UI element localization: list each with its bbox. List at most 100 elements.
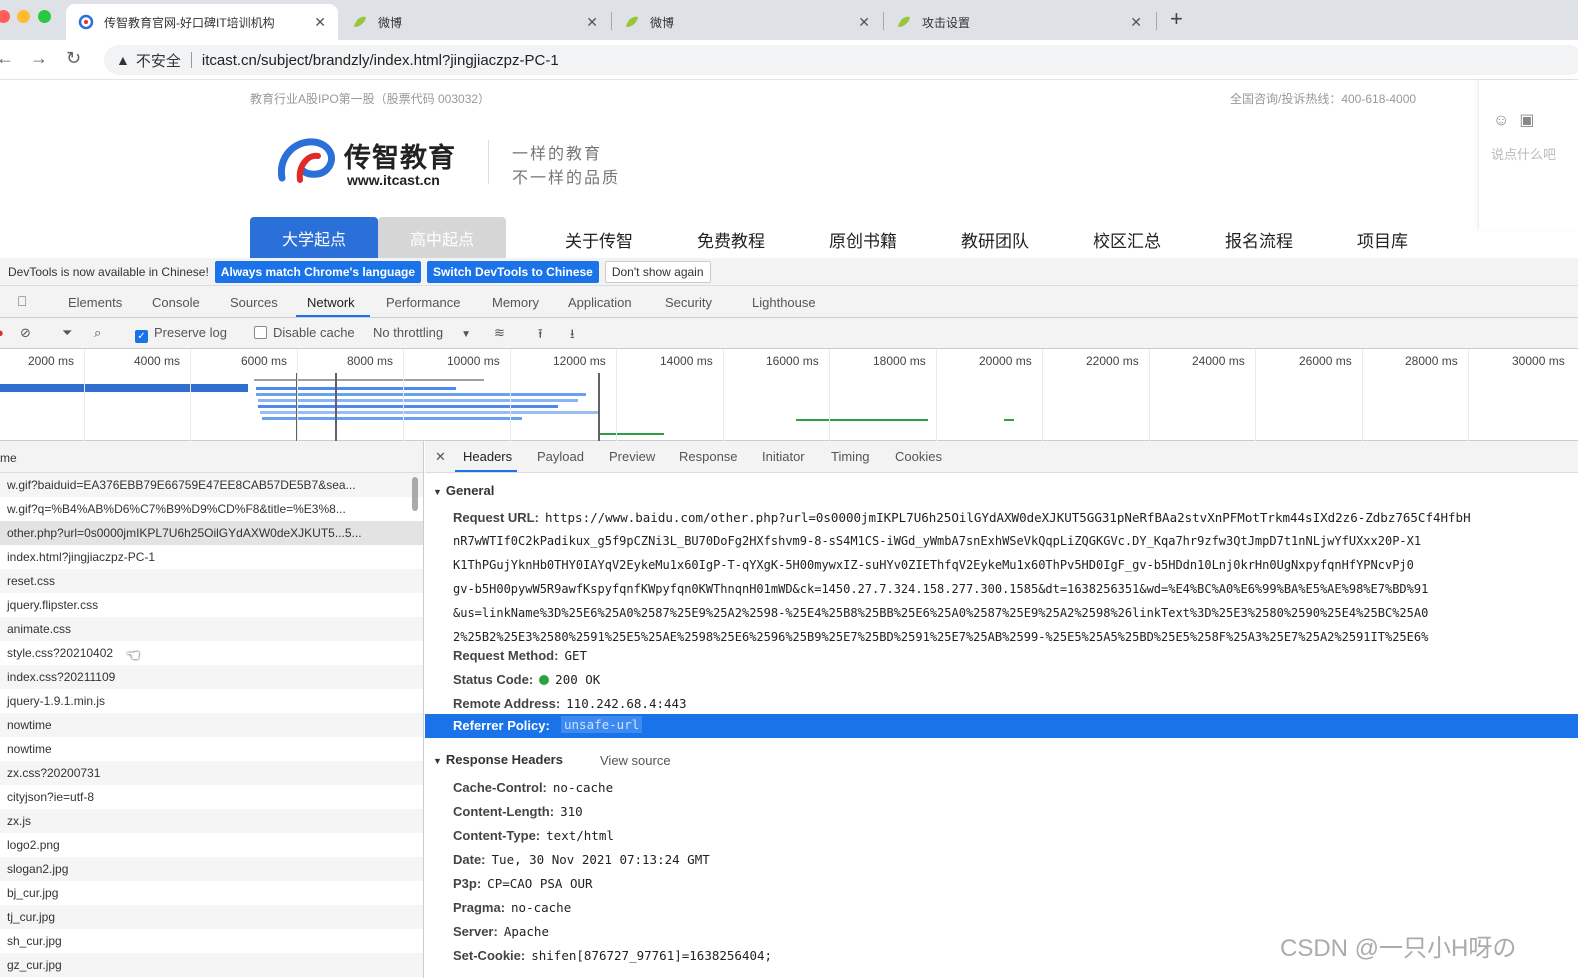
- search-icon[interactable]: ⌕: [94, 325, 101, 341]
- browser-tab-weibo-2[interactable]: 微博 ✕: [612, 4, 882, 40]
- tab-elements[interactable]: Elements: [68, 295, 122, 310]
- tab-application[interactable]: Application: [568, 295, 632, 310]
- request-row[interactable]: zx.js: [0, 809, 423, 833]
- site-nav-item[interactable]: 项目库: [1357, 227, 1408, 252]
- import-har-icon[interactable]: ⭱: [538, 325, 543, 347]
- tab-memory[interactable]: Memory: [492, 295, 539, 310]
- request-row[interactable]: animate.css: [0, 617, 423, 641]
- request-row[interactable]: index.html?jingjiaczpz-PC-1: [0, 545, 423, 569]
- site-nav-item[interactable]: 校区汇总: [1093, 227, 1161, 252]
- insecure-label[interactable]: 不安全: [136, 50, 181, 71]
- itcast-logo-icon[interactable]: [278, 136, 338, 188]
- close-tab-icon[interactable]: ✕: [314, 14, 326, 31]
- request-row[interactable]: bj_cur.jpg: [0, 881, 423, 905]
- device-toolbar-icon[interactable]: ⎕: [18, 293, 26, 310]
- match-language-button[interactable]: Always match Chrome's language: [214, 260, 422, 283]
- request-row[interactable]: tj_cur.jpg: [0, 905, 423, 929]
- tab-cookies[interactable]: Cookies: [895, 449, 942, 464]
- site-nav-item[interactable]: 教研团队: [961, 227, 1029, 252]
- request-list-scrollbar[interactable]: [412, 477, 418, 511]
- tab-lighthouse[interactable]: Lighthouse: [752, 295, 816, 310]
- tab-performance[interactable]: Performance: [386, 295, 460, 310]
- browser-tab-weibo-1[interactable]: 微博 ✕: [340, 4, 610, 40]
- request-row[interactable]: slogan2.jpg: [0, 857, 423, 881]
- tab-console[interactable]: Console: [152, 295, 200, 310]
- tab-initiator[interactable]: Initiator: [762, 449, 805, 464]
- new-tab-button[interactable]: +: [1170, 6, 1183, 32]
- request-row[interactable]: reset.css: [0, 569, 423, 593]
- referrer-policy-value[interactable]: unsafe-url: [561, 716, 643, 733]
- tab-payload[interactable]: Payload: [537, 449, 584, 464]
- site-tab-highschool[interactable]: 高中起点: [378, 217, 506, 258]
- site-tab-university[interactable]: 大学起点: [250, 217, 378, 258]
- export-har-icon[interactable]: ⭳: [570, 325, 575, 347]
- site-nav-item[interactable]: 报名流程: [1225, 227, 1293, 252]
- dont-show-again-button[interactable]: Don't show again: [604, 260, 711, 283]
- status-code-value: 200 OK: [555, 672, 601, 687]
- logo-text-cn[interactable]: 传智教育: [344, 136, 456, 175]
- request-row[interactable]: style.css?20210402: [0, 641, 423, 665]
- url-text[interactable]: itcast.cn/subject/brandzly/index.html?ji…: [202, 52, 559, 69]
- site-nav-item[interactable]: 关于传智: [565, 227, 633, 252]
- tick-line: [1149, 349, 1150, 441]
- browser-tab-itcast[interactable]: 传智教育官网-好口碑IT培训机构 ✕: [66, 4, 338, 40]
- referrer-policy-row[interactable]: Referrer Policy: unsafe-url: [425, 714, 1578, 738]
- general-section-toggle[interactable]: ▼ General: [433, 483, 494, 498]
- close-tab-icon[interactable]: ✕: [858, 14, 870, 31]
- tick-line: [936, 349, 937, 441]
- close-details-icon[interactable]: ✕: [435, 449, 446, 465]
- tick-label: 16000 ms: [766, 354, 819, 368]
- emoji-icon[interactable]: ☺▣: [1493, 110, 1544, 130]
- request-row[interactable]: nowtime: [0, 713, 423, 737]
- name-column-header[interactable]: me: [0, 441, 423, 473]
- maximize-window-icon[interactable]: [38, 10, 51, 23]
- request-row[interactable]: gz_cur.jpg: [0, 953, 423, 977]
- disable-cache-checkbox[interactable]: Disable cache: [254, 325, 355, 340]
- preserve-log-checkbox[interactable]: ✓ Preserve log: [135, 325, 227, 343]
- request-row[interactable]: jquery.flipster.css: [0, 593, 423, 617]
- reload-icon[interactable]: ↻: [66, 48, 81, 69]
- switch-chinese-button[interactable]: Switch DevTools to Chinese: [427, 260, 599, 283]
- request-row[interactable]: cityjson?ie=utf-8: [0, 785, 423, 809]
- record-icon[interactable]: ●: [0, 325, 4, 340]
- status-code-row: Status Code: 200 OK: [453, 672, 600, 687]
- back-icon[interactable]: ←: [0, 48, 14, 69]
- tab-security[interactable]: Security: [665, 295, 712, 310]
- tab-sources[interactable]: Sources: [230, 295, 278, 310]
- minimize-window-icon[interactable]: [17, 10, 30, 23]
- omnibox[interactable]: ▲ 不安全 itcast.cn/subject/brandzly/index.h…: [104, 45, 1578, 75]
- tab-timing[interactable]: Timing: [831, 449, 870, 464]
- request-row[interactable]: sh_cur.jpg: [0, 929, 423, 953]
- site-nav-item[interactable]: 原创书籍: [829, 227, 897, 252]
- network-conditions-icon[interactable]: ≋: [494, 325, 505, 341]
- request-row[interactable]: nowtime: [0, 737, 423, 761]
- throttling-select[interactable]: No throttling ▼: [373, 325, 471, 340]
- request-row[interactable]: zx.css?20200731: [0, 761, 423, 785]
- browser-tab-attack-settings[interactable]: 攻击设置 ✕: [884, 4, 1154, 40]
- request-row[interactable]: logo2.png: [0, 833, 423, 857]
- response-headers-toggle[interactable]: ▼ Response Headers: [433, 752, 563, 767]
- warning-icon[interactable]: ▲: [116, 52, 130, 68]
- close-window-icon[interactable]: [0, 10, 10, 23]
- tab-network[interactable]: Network: [307, 295, 355, 310]
- tick-label: 2000 ms: [28, 354, 75, 368]
- request-row[interactable]: other.php?url=0s0000jmIKPL7U6h25OilGYdAX…: [0, 521, 423, 545]
- close-tab-icon[interactable]: ✕: [1130, 14, 1142, 31]
- request-row[interactable]: w.gif?q=%B4%AB%D6%C7%B9%D9%CD%F8&title=%…: [0, 497, 423, 521]
- forward-icon[interactable]: →: [30, 48, 48, 69]
- view-source-link[interactable]: View source: [600, 753, 671, 768]
- close-tab-icon[interactable]: ✕: [586, 14, 598, 31]
- request-row[interactable]: index.css?20211109: [0, 665, 423, 689]
- filter-icon[interactable]: ⏷: [62, 325, 72, 341]
- clear-icon[interactable]: ⊘: [20, 325, 31, 341]
- tab-headers[interactable]: Headers: [463, 449, 512, 464]
- tab-preview[interactable]: Preview: [609, 449, 655, 464]
- logo-text-en[interactable]: www.itcast.cn: [347, 172, 440, 188]
- tab-response[interactable]: Response: [679, 449, 738, 464]
- network-overview-timeline[interactable]: 2000 ms 4000 ms 6000 ms 8000 ms 10000 ms…: [0, 349, 1578, 441]
- request-row[interactable]: w.gif?baiduid=EA376EBB79E66759E47EE8CAB5…: [0, 473, 423, 497]
- site-nav-item[interactable]: 免费教程: [697, 227, 765, 252]
- chat-placeholder[interactable]: 说点什么吧: [1491, 144, 1556, 163]
- request-url-line: nR7wWTIf0C2kPadikux_g5f9pCZNi3L_BU70DoFg…: [453, 534, 1422, 548]
- request-row[interactable]: jquery-1.9.1.min.js: [0, 689, 423, 713]
